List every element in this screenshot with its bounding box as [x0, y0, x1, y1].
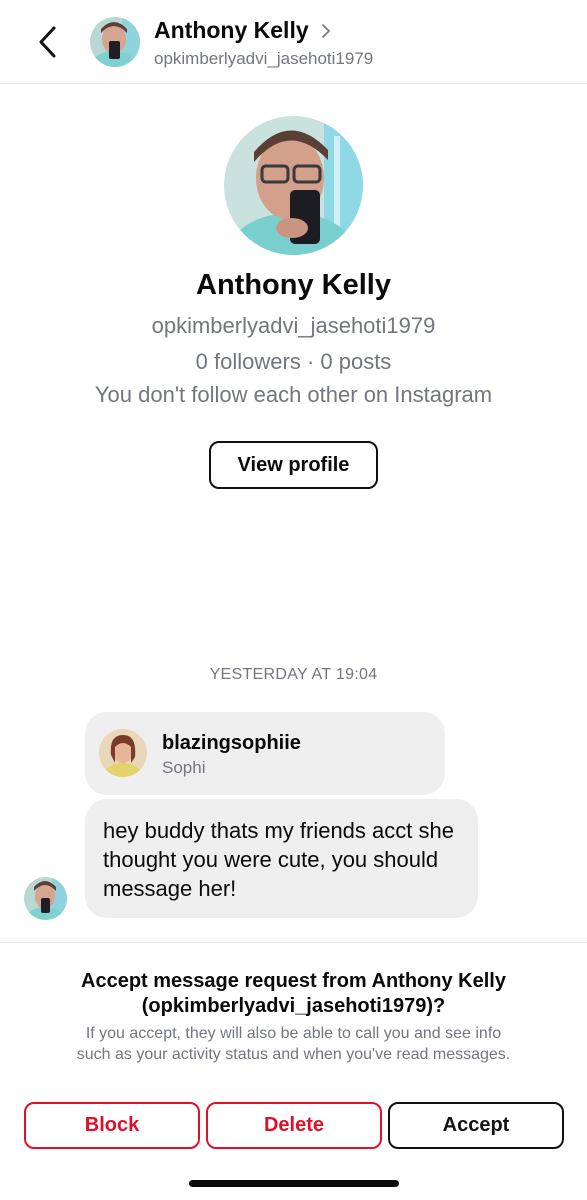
header-username: opkimberlyadvi_jasehoti1979 [154, 49, 374, 68]
home-indicator[interactable] [189, 1180, 399, 1187]
back-button[interactable] [28, 22, 68, 62]
request-description-line-1: If you accept, they will also be able to… [85, 1025, 502, 1042]
request-title-line-2: (opkimberlyadvi_jasehoti1979)? [141, 995, 446, 1017]
request-description-line-2: such as your activity status and when yo… [76, 1046, 511, 1063]
message-request-panel: Accept message request from Anthony Kell… [0, 942, 587, 1200]
shared-profile-name: Sophi [162, 758, 206, 777]
request-description: If you accept, they will also be able to… [0, 1023, 587, 1065]
shared-profile-username: blazingsophiie [162, 732, 301, 754]
chevron-left-icon [39, 26, 56, 58]
request-title-line-1: Accept message request from Anthony Kell… [81, 970, 506, 992]
profile-avatar[interactable] [224, 116, 363, 255]
header-avatar[interactable] [90, 17, 140, 67]
shared-profile-card[interactable]: blazingsophiie Sophi [85, 712, 445, 795]
block-button[interactable]: Block [24, 1102, 200, 1149]
message-bubble[interactable]: hey buddy thats my friends acct she thou… [85, 799, 478, 918]
delete-button[interactable]: Delete [206, 1102, 382, 1149]
shared-profile-avatar [99, 729, 147, 777]
header-name: Anthony Kelly [154, 17, 309, 43]
profile-stats: 0 followers · 0 posts [195, 349, 392, 374]
profile-username: opkimberlyadvi_jasehoti1979 [151, 313, 436, 338]
message-timestamp: YESTERDAY AT 19:04 [209, 666, 378, 683]
profile-name: Anthony Kelly [196, 269, 391, 301]
chevron-right-icon [321, 23, 330, 38]
header-name-row[interactable]: Anthony Kelly [154, 17, 333, 44]
request-title: Accept message request from Anthony Kell… [0, 969, 587, 1019]
view-profile-button[interactable]: View profile [209, 441, 378, 489]
sender-avatar[interactable] [24, 877, 67, 920]
follow-status: You don't follow each other on Instagram [94, 382, 493, 407]
accept-button[interactable]: Accept [388, 1102, 564, 1149]
chat-header: Anthony Kelly opkimberlyadvi_jasehoti197… [0, 0, 587, 84]
